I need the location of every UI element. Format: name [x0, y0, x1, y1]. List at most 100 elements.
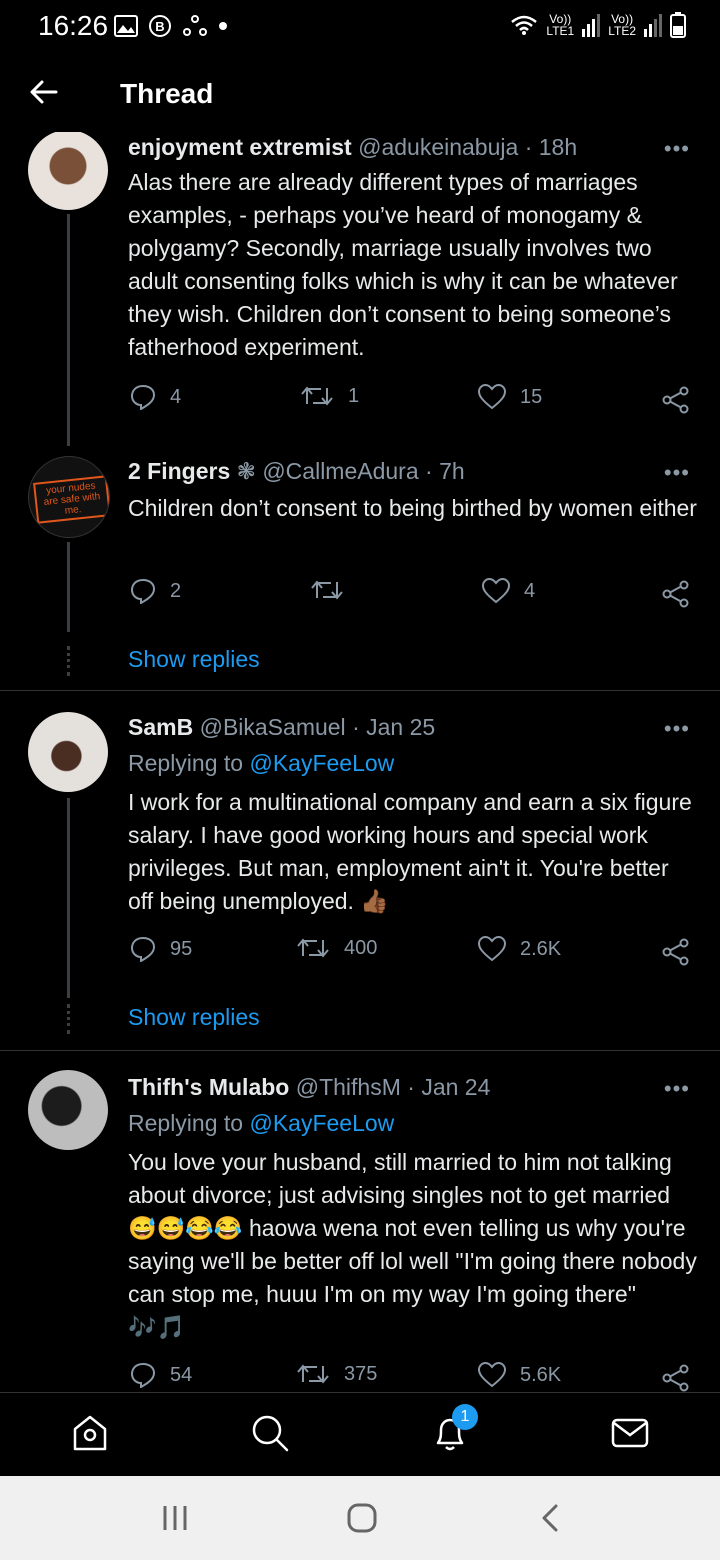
- dot-icon: [219, 22, 227, 30]
- tweet-actions: 95 400 2.6K: [128, 936, 698, 972]
- signal-icon: [644, 14, 662, 37]
- tweet[interactable]: Thifh's Mulabo @ThifhsM · Jan 24 ••• Rep…: [0, 1070, 720, 1392]
- tweet-header: Thifh's Mulabo @ThifhsM · Jan 24: [128, 1074, 490, 1101]
- share-icon[interactable]: [662, 938, 690, 966]
- page-title: Thread: [120, 78, 214, 109]
- author-name[interactable]: SamB: [128, 714, 193, 740]
- replying-to-handle[interactable]: @KayFeeLow: [249, 750, 394, 776]
- reply-button[interactable]: 95: [130, 936, 192, 962]
- author-name[interactable]: Thifh's Mulabo: [128, 1074, 289, 1100]
- tweet-time: · Jan 25: [352, 714, 436, 740]
- search-icon[interactable]: [250, 1413, 290, 1453]
- thread-feed[interactable]: enjoyment extremist @adukeinabuja · 18h …: [0, 132, 720, 1392]
- thread-dots: [67, 1004, 73, 1034]
- messages-envelope-icon[interactable]: [610, 1413, 650, 1453]
- like-button[interactable]: 4: [482, 578, 535, 604]
- author-handle[interactable]: @ThifhsM: [296, 1074, 401, 1100]
- sim1-indicator: Vo)) LTE1: [546, 12, 575, 38]
- tweet[interactable]: your nudes are safe with me. 2 Fingers ❃…: [0, 454, 720, 690]
- avatar[interactable]: [28, 712, 108, 792]
- like-button[interactable]: 2.6K: [478, 936, 561, 962]
- more-options-icon[interactable]: •••: [664, 1076, 690, 1102]
- share-icon[interactable]: [662, 386, 690, 414]
- sim2-indicator: Vo)) LTE2: [608, 12, 636, 38]
- avatar[interactable]: [28, 1070, 108, 1150]
- more-options-icon[interactable]: •••: [664, 136, 690, 162]
- tweet[interactable]: SamB @BikaSamuel · Jan 25 ••• Replying t…: [0, 710, 720, 1050]
- back-arrow-icon[interactable]: [28, 76, 60, 108]
- thread-line: [67, 798, 70, 998]
- heart-icon: [478, 1362, 506, 1388]
- replying-to: Replying to @KayFeeLow: [128, 1110, 394, 1137]
- retweet-button[interactable]: [310, 578, 358, 602]
- gallery-icon: [114, 15, 138, 37]
- replying-to: Replying to @KayFeeLow: [128, 750, 394, 777]
- tweet-time: · Jan 24: [407, 1074, 491, 1100]
- tweet-header: 2 Fingers ❃ @CallmeAdura · 7h: [128, 458, 465, 485]
- like-button[interactable]: 5.6K: [478, 1362, 561, 1388]
- author-name[interactable]: 2 Fingers: [128, 458, 230, 484]
- sync-icon: [183, 15, 207, 36]
- reply-count: 95: [170, 937, 193, 960]
- thread-dots: [67, 646, 73, 676]
- like-count: 4: [524, 579, 536, 602]
- reply-button[interactable]: 4: [130, 384, 181, 410]
- retweet-icon: [311, 580, 343, 600]
- status-system-icons: Vo)) LTE1 Vo)) LTE2: [510, 12, 686, 38]
- thread-line: [67, 542, 70, 632]
- reply-button[interactable]: 54: [130, 1362, 192, 1388]
- system-nav-bar: [0, 1476, 720, 1560]
- tweet-actions: 54 375 5.6K: [128, 1362, 698, 1392]
- tweet-text: You love your husband, still married to …: [128, 1149, 697, 1340]
- author-handle[interactable]: @BikaSamuel: [200, 714, 346, 740]
- divider: [0, 690, 720, 691]
- more-options-icon[interactable]: •••: [664, 716, 690, 742]
- retweet-icon: [297, 938, 329, 958]
- replying-to-handle[interactable]: @KayFeeLow: [249, 1110, 394, 1136]
- bottom-nav: [0, 1392, 720, 1477]
- home-button-icon[interactable]: [346, 1502, 378, 1534]
- tweet-header: enjoyment extremist @adukeinabuja · 18h: [128, 134, 577, 161]
- retweet-button[interactable]: 1: [300, 384, 359, 408]
- replying-to-label: Replying to: [128, 750, 244, 776]
- share-icon[interactable]: [662, 580, 690, 608]
- retweet-count: 400: [344, 936, 378, 959]
- like-count: 2.6K: [520, 937, 562, 960]
- author-handle[interactable]: @adukeinabuja: [358, 134, 518, 160]
- author-handle[interactable]: @CallmeAdura: [262, 458, 418, 484]
- tweet-actions: 4 1 15: [128, 384, 698, 420]
- tweet-time: · 18h: [524, 134, 578, 160]
- share-icon[interactable]: [662, 1364, 690, 1392]
- tweet-header: SamB @BikaSamuel · Jan 25: [128, 714, 435, 741]
- like-button[interactable]: 15: [478, 384, 542, 410]
- reply-icon: [130, 578, 156, 604]
- home-icon[interactable]: [70, 1413, 110, 1453]
- svg-text:B: B: [155, 19, 164, 34]
- reply-button[interactable]: 2: [130, 578, 181, 604]
- reply-count: 4: [170, 385, 182, 408]
- avatar[interactable]: your nudes are safe with me.: [28, 456, 110, 538]
- retweet-button[interactable]: 400: [296, 936, 377, 960]
- tweet-text: I work for a multinational company and e…: [128, 789, 692, 914]
- heart-icon: [478, 936, 506, 962]
- tweet-text: Children don’t consent to being birthed …: [128, 495, 697, 521]
- tweet[interactable]: enjoyment extremist @adukeinabuja · 18h …: [0, 132, 720, 452]
- name-emoji: ❃: [236, 458, 256, 484]
- status-time: 16:26: [38, 10, 109, 41]
- author-name[interactable]: enjoyment extremist: [128, 134, 352, 160]
- system-back-icon[interactable]: [536, 1502, 564, 1534]
- recent-apps-icon[interactable]: [160, 1502, 190, 1534]
- replying-to-label: Replying to: [128, 1110, 244, 1136]
- tweet-time: · 7h: [425, 458, 465, 484]
- divider: [0, 1050, 720, 1051]
- tweet-text: Alas there are already different types o…: [128, 169, 678, 360]
- like-count: 5.6K: [520, 1363, 562, 1386]
- reply-count: 2: [170, 579, 182, 602]
- b-app-icon: B: [149, 15, 171, 37]
- retweet-button[interactable]: 375: [296, 1362, 377, 1386]
- show-replies-link[interactable]: Show replies: [128, 646, 260, 673]
- show-replies-link[interactable]: Show replies: [128, 1004, 260, 1031]
- reply-icon: [130, 936, 156, 962]
- more-options-icon[interactable]: •••: [664, 460, 690, 486]
- avatar[interactable]: [28, 132, 108, 210]
